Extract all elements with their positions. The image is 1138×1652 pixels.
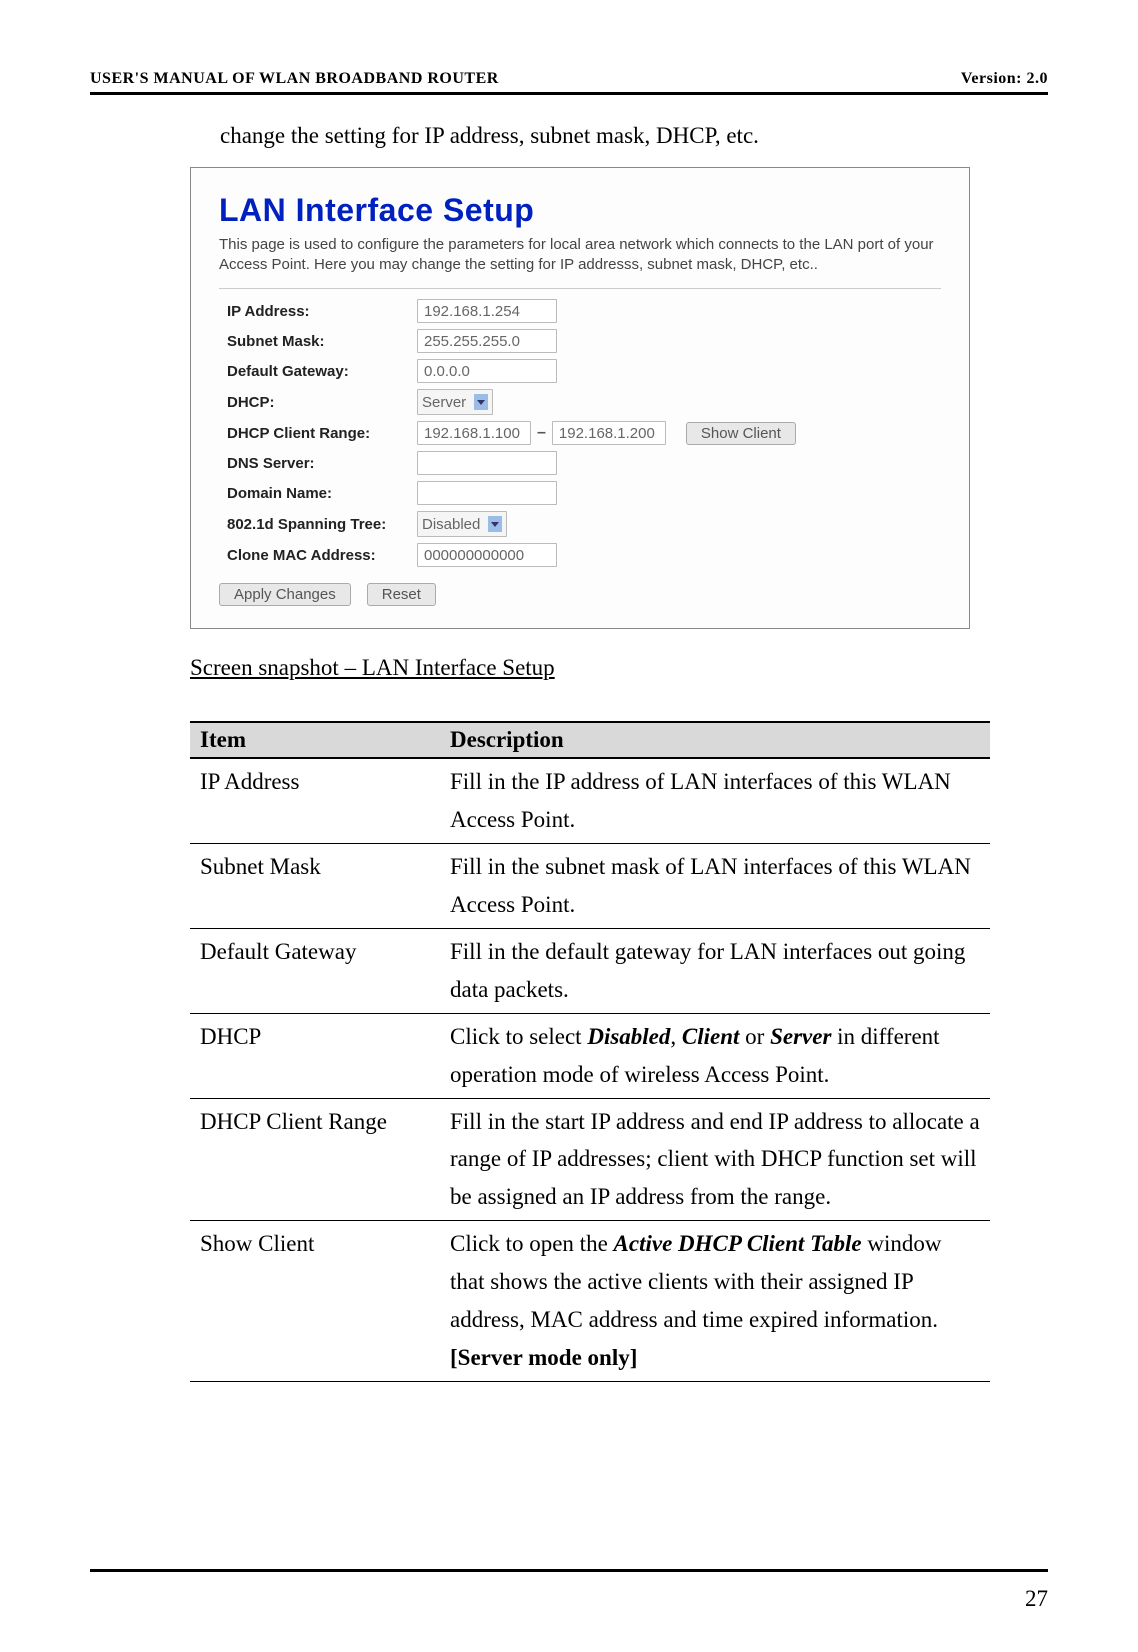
header-rule [90, 92, 1048, 95]
domain-name-input[interactable] [417, 481, 557, 505]
chevron-down-icon [474, 394, 488, 410]
intro-text: change the setting for IP address, subne… [220, 123, 1048, 149]
dns-server-input[interactable] [417, 451, 557, 475]
spanning-tree-value: Disabled [422, 516, 480, 533]
show-client-button[interactable]: Show Client [686, 422, 796, 445]
table-cell-item: IP Address [190, 758, 440, 843]
screenshot-rule [219, 288, 941, 289]
header-left: USER'S MANUAL OF WLAN BROADBAND ROUTER [90, 70, 499, 88]
apply-changes-button[interactable]: Apply Changes [219, 583, 351, 606]
label-dhcp-range: DHCP Client Range: [219, 425, 417, 442]
table-cell-item: DHCP Client Range [190, 1098, 440, 1221]
dhcp-select[interactable]: Server [417, 389, 493, 415]
table-cell-desc: Fill in the subnet mask of LAN interface… [440, 843, 990, 928]
table-row: DHCP Client RangeFill in the start IP ad… [190, 1098, 990, 1221]
table-row: DHCPClick to select Disabled, Client or … [190, 1013, 990, 1098]
label-default-gateway: Default Gateway: [219, 363, 417, 380]
screenshot-desc: This page is used to configure the param… [219, 235, 941, 274]
table-cell-desc: Click to open the Active DHCP Client Tab… [440, 1221, 990, 1382]
dhcp-range-end-input[interactable] [552, 421, 666, 445]
subnet-mask-input[interactable] [417, 329, 557, 353]
spanning-tree-select[interactable]: Disabled [417, 511, 507, 537]
label-subnet-mask: Subnet Mask: [219, 333, 417, 350]
label-dhcp: DHCP: [219, 394, 417, 411]
label-ip: IP Address: [219, 303, 417, 320]
page-number: 27 [1025, 1586, 1048, 1612]
label-spanning-tree: 802.1d Spanning Tree: [219, 516, 417, 533]
table-cell-item: Default Gateway [190, 928, 440, 1013]
description-table: Item Description IP AddressFill in the I… [190, 721, 990, 1382]
table-cell-desc: Fill in the default gateway for LAN inte… [440, 928, 990, 1013]
table-row: Default GatewayFill in the default gatew… [190, 928, 990, 1013]
table-head-item: Item [190, 722, 440, 758]
dhcp-range-start-input[interactable] [417, 421, 531, 445]
table-cell-item: Subnet Mask [190, 843, 440, 928]
table-cell-desc: Fill in the IP address of LAN interfaces… [440, 758, 990, 843]
footer-rule [90, 1569, 1048, 1572]
table-head-desc: Description [440, 722, 990, 758]
screenshot-title: LAN Interface Setup [219, 192, 941, 229]
reset-button[interactable]: Reset [367, 583, 436, 606]
header-right: Version: 2.0 [961, 70, 1048, 88]
table-cell-desc: Fill in the start IP address and end IP … [440, 1098, 990, 1221]
table-row: Show ClientClick to open the Active DHCP… [190, 1221, 990, 1382]
table-cell-desc: Click to select Disabled, Client or Serv… [440, 1013, 990, 1098]
screenshot-caption: Screen snapshot – LAN Interface Setup [190, 655, 1048, 681]
screenshot-box: LAN Interface Setup This page is used to… [190, 167, 970, 629]
label-domain: Domain Name: [219, 485, 417, 502]
page-header: USER'S MANUAL OF WLAN BROADBAND ROUTER V… [90, 70, 1048, 88]
ip-address-input[interactable] [417, 299, 557, 323]
table-row: Subnet MaskFill in the subnet mask of LA… [190, 843, 990, 928]
clone-mac-input[interactable] [417, 543, 557, 567]
range-dash: – [537, 424, 546, 442]
label-dns: DNS Server: [219, 455, 417, 472]
dhcp-select-value: Server [422, 394, 466, 411]
chevron-down-icon [488, 516, 502, 532]
table-cell-item: DHCP [190, 1013, 440, 1098]
table-row: IP AddressFill in the IP address of LAN … [190, 758, 990, 843]
default-gateway-input[interactable] [417, 359, 557, 383]
label-clone-mac: Clone MAC Address: [219, 547, 417, 564]
table-cell-item: Show Client [190, 1221, 440, 1382]
